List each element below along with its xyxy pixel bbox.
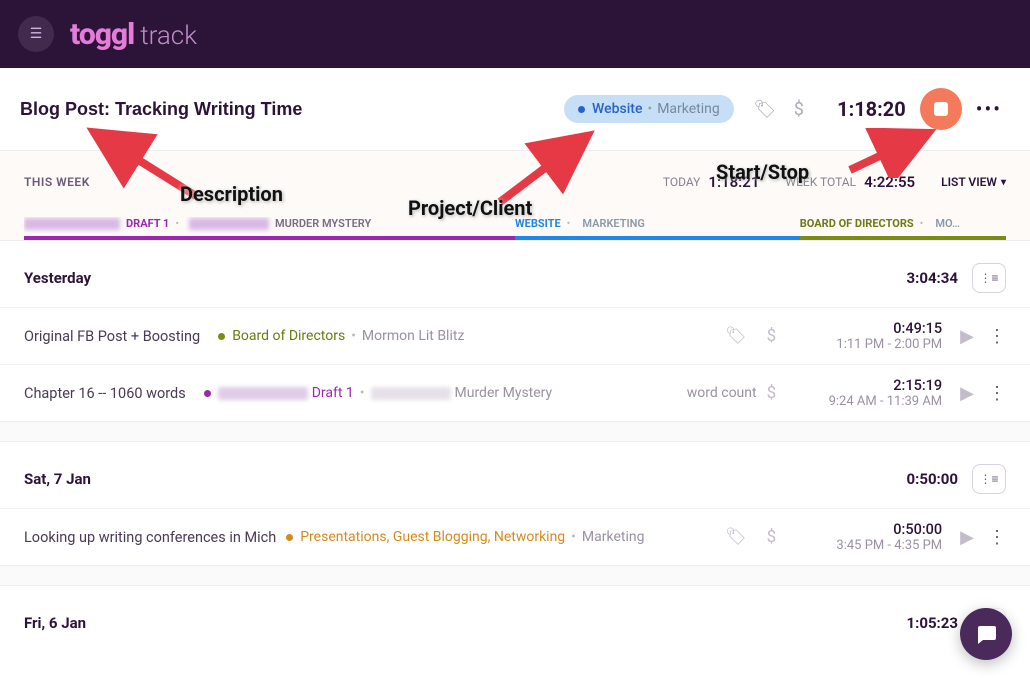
entry-client: Mormon Lit Blitz: [362, 328, 464, 344]
entry-project: Board of Directors: [232, 328, 345, 344]
entry-time-range: 3:45 PM - 4:35 PM: [792, 538, 942, 553]
project-color-dot: [286, 534, 293, 541]
entry-duration: 2:15:19: [792, 377, 942, 394]
seg2-project: WEBSITE: [515, 217, 561, 230]
timer-elapsed: 1:18:20: [826, 97, 906, 121]
play-button[interactable]: ▶: [960, 383, 974, 404]
entry-more-button[interactable]: ⋮: [988, 527, 1006, 548]
logo-track: track: [140, 21, 197, 51]
time-entry-row[interactable]: Original FB Post + Boosting Board of Dir…: [0, 307, 1030, 364]
entry-tag: word count: [687, 385, 757, 401]
project-color-dot: [578, 106, 585, 113]
entry-description: Looking up writing conferences in Mich: [24, 529, 276, 546]
day-total: 1:05:23: [907, 614, 958, 632]
week-total-label: WEEK TOTAL: [785, 175, 856, 189]
day-header: Fri, 6 Jan 1:05:23 ⋮≡: [0, 586, 1030, 660]
project-name: Website: [592, 101, 642, 117]
seg2-client: MARKETING: [582, 217, 645, 230]
hamburger-icon: ☰: [30, 26, 43, 42]
play-button[interactable]: ▶: [960, 527, 974, 548]
entry-project: Draft 1: [312, 385, 354, 401]
chevron-down-icon: ▾: [1001, 177, 1006, 188]
billable-icon[interactable]: $: [786, 99, 812, 120]
stop-button[interactable]: [920, 88, 962, 130]
today-label: TODAY: [663, 175, 701, 189]
view-toggle-label: LIST VIEW: [941, 175, 997, 189]
tag-icon[interactable]: 🏷: [725, 527, 747, 547]
pill-separator: •: [647, 101, 652, 117]
day-name: Fri, 6 Jan: [24, 614, 86, 632]
day-name: Yesterday: [24, 269, 91, 287]
bar-segment-website[interactable]: WEBSITE • MARKETING: [515, 217, 800, 240]
entry-project: Presentations, Guest Blogging, Networkin…: [300, 529, 565, 545]
list-icon: ⋮≡: [979, 271, 998, 285]
entry-description: Original FB Post + Boosting: [24, 328, 200, 345]
app-header: ☰ toggl track: [0, 0, 1030, 68]
week-project-bar: DRAFT 1 • MURDER MYSTERY WEBSITE • MARKE…: [24, 217, 1006, 240]
chat-icon: [974, 622, 998, 646]
client-name: Marketing: [657, 101, 720, 117]
entry-time-range: 9:24 AM - 11:39 AM: [792, 394, 942, 409]
week-summary: THIS WEEK TODAY 1:18:21 WEEK TOTAL 4:22:…: [0, 151, 1030, 240]
app-logo: toggl track: [70, 17, 197, 52]
seg1-client: MURDER MYSTERY: [275, 217, 371, 230]
seg1-project: DRAFT 1: [126, 217, 169, 230]
day-section: Fri, 6 Jan 1:05:23 ⋮≡: [0, 585, 1030, 660]
project-color-dot: [204, 390, 211, 397]
day-section: Sat, 7 Jan 0:50:00 ⋮≡ Looking up writing…: [0, 441, 1030, 565]
day-total: 3:04:34: [907, 269, 958, 287]
entry-client: Murder Mystery: [455, 385, 553, 401]
week-stats-row: THIS WEEK TODAY 1:18:21 WEEK TOTAL 4:22:…: [24, 173, 1006, 191]
entry-more-button[interactable]: ⋮: [988, 383, 1006, 404]
this-week-label: THIS WEEK: [24, 175, 90, 189]
entry-time-range: 1:11 PM - 2:00 PM: [792, 337, 942, 352]
logo-toggl: toggl: [70, 17, 134, 52]
day-total: 0:50:00: [907, 470, 958, 488]
time-entry-row[interactable]: Chapter 16 -- 1060 words Draft 1 • Murde…: [0, 364, 1030, 421]
time-entry-row[interactable]: Looking up writing conferences in Mich P…: [0, 508, 1030, 565]
day-header: Yesterday 3:04:34 ⋮≡: [0, 241, 1030, 307]
stop-icon: [934, 102, 948, 116]
tag-icon[interactable]: 🏷: [725, 326, 747, 346]
timer-bar: Website • Marketing 🏷 $ 1:18:20 •••: [0, 68, 1030, 151]
list-icon: ⋮≡: [979, 472, 998, 486]
billable-icon[interactable]: $: [767, 383, 777, 403]
billable-icon[interactable]: $: [767, 326, 777, 346]
view-toggle[interactable]: LIST VIEW ▾: [941, 175, 1006, 189]
tag-icon[interactable]: 🏷: [752, 99, 778, 120]
bar-segment-board[interactable]: BOARD OF DIRECTORS • MO…: [800, 217, 1006, 240]
seg3-client: MO…: [935, 217, 960, 230]
bar-segment-draft[interactable]: DRAFT 1 • MURDER MYSTERY: [24, 217, 515, 240]
entry-duration: 0:50:00: [792, 521, 942, 538]
day-name: Sat, 7 Jan: [24, 470, 91, 488]
seg3-project: BOARD OF DIRECTORS: [800, 217, 914, 230]
entry-client: Marketing: [582, 529, 645, 545]
entry-description: Chapter 16 -- 1060 words: [24, 385, 186, 402]
chat-button[interactable]: [960, 608, 1012, 660]
entry-duration: 0:49:15: [792, 320, 942, 337]
project-color-dot: [218, 333, 225, 340]
timer-more-button[interactable]: •••: [976, 97, 1002, 121]
menu-button[interactable]: ☰: [18, 16, 54, 52]
play-button[interactable]: ▶: [960, 326, 974, 347]
billable-icon[interactable]: $: [767, 527, 777, 547]
timer-description-input[interactable]: [20, 99, 564, 120]
today-value: 1:18:21: [708, 173, 759, 191]
project-pill[interactable]: Website • Marketing: [564, 95, 734, 123]
bulk-edit-button[interactable]: ⋮≡: [972, 263, 1006, 293]
bulk-edit-button[interactable]: ⋮≡: [972, 464, 1006, 494]
entry-more-button[interactable]: ⋮: [988, 326, 1006, 347]
week-total-value: 4:22:55: [864, 173, 915, 191]
day-section: Yesterday 3:04:34 ⋮≡ Original FB Post + …: [0, 240, 1030, 421]
day-header: Sat, 7 Jan 0:50:00 ⋮≡: [0, 442, 1030, 508]
